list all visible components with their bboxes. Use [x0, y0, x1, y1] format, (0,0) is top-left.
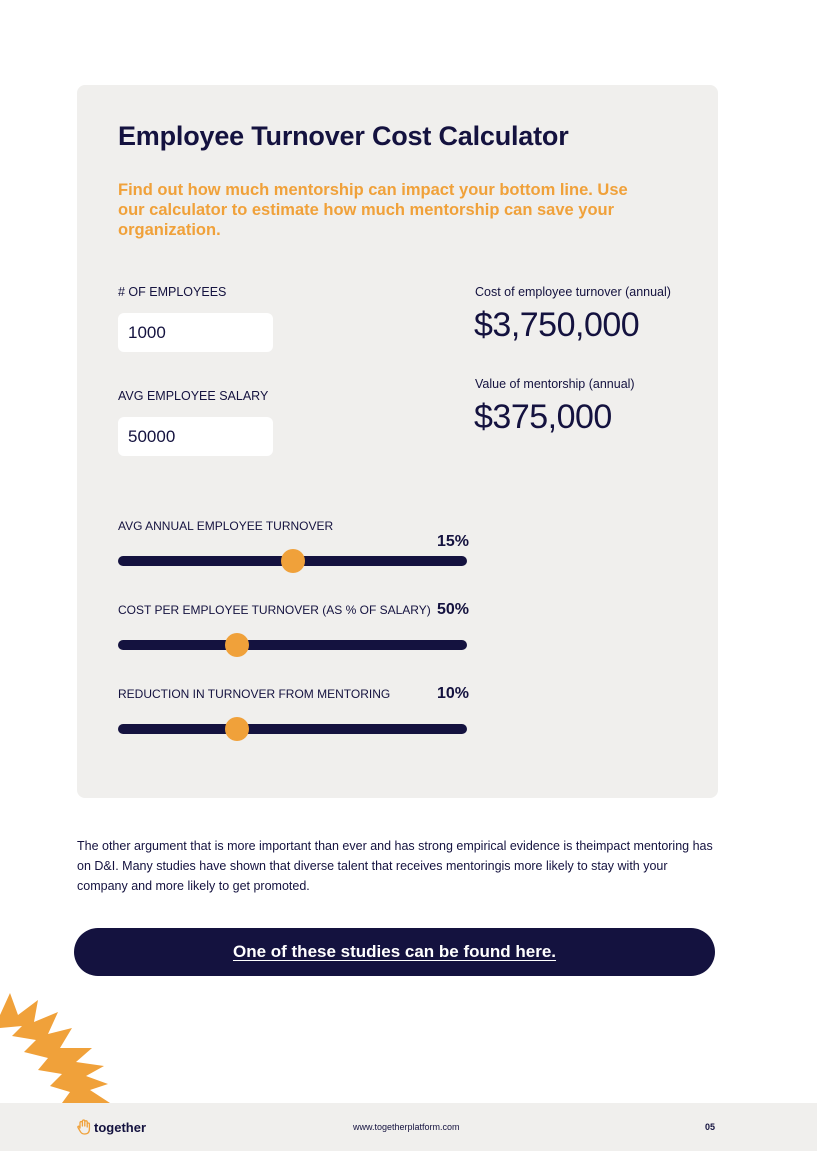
calculator-subtitle: Find out how much mentorship can impact … — [118, 181, 628, 239]
mentoring-reduction-slider[interactable] — [118, 717, 467, 741]
together-logo[interactable]: together — [77, 1119, 146, 1135]
mentoring-reduction-value: 10% — [436, 685, 469, 702]
turnover-cost-value: $3,750,000 — [474, 306, 640, 344]
studies-link-button[interactable]: One of these studies can be found here. — [74, 928, 715, 976]
cost-per-turnover-slider[interactable] — [118, 633, 467, 657]
calculator-title: Employee Turnover Cost Calculator — [118, 121, 569, 151]
decorative-burst-icon — [0, 993, 110, 1103]
salary-label: AVG EMPLOYEE SALARY — [118, 389, 269, 403]
mentorship-value-label: Value of mentorship (annual) — [475, 377, 635, 391]
turnover-rate-value: 15% — [436, 533, 469, 550]
hand-wave-icon — [77, 1119, 91, 1135]
studies-link-label[interactable]: One of these studies can be found here. — [233, 942, 556, 962]
turnover-rate-slider[interactable] — [118, 549, 467, 573]
cost-per-turnover-value: 50% — [436, 601, 469, 618]
mentoring-reduction-label: REDUCTION IN TURNOVER FROM MENTORING — [118, 687, 391, 701]
salary-input[interactable]: 50000 — [118, 417, 273, 456]
turnover-rate-thumb[interactable] — [280, 549, 305, 573]
turnover-rate-label: AVG ANNUAL EMPLOYEE TURNOVER — [118, 519, 334, 533]
employees-label: # OF EMPLOYEES — [118, 285, 227, 299]
mentoring-reduction-thumb[interactable] — [224, 717, 249, 741]
cost-per-turnover-label: COST PER EMPLOYEE TURNOVER (AS % OF SALA… — [118, 603, 431, 617]
cost-per-turnover-thumb[interactable] — [224, 633, 249, 657]
turnover-cost-label: Cost of employee turnover (annual) — [475, 285, 671, 299]
logo-text: together — [94, 1119, 146, 1135]
page-number: 05 — [705, 1122, 716, 1132]
footer-url[interactable]: www.togetherplatform.com — [353, 1122, 460, 1132]
mentorship-value-amount: $375,000 — [474, 398, 612, 436]
body-paragraph: The other argument that is more importan… — [77, 839, 713, 893]
employees-input[interactable]: 1000 — [118, 313, 273, 352]
page-footer: together www.togetherplatform.com 05 — [0, 1103, 817, 1151]
